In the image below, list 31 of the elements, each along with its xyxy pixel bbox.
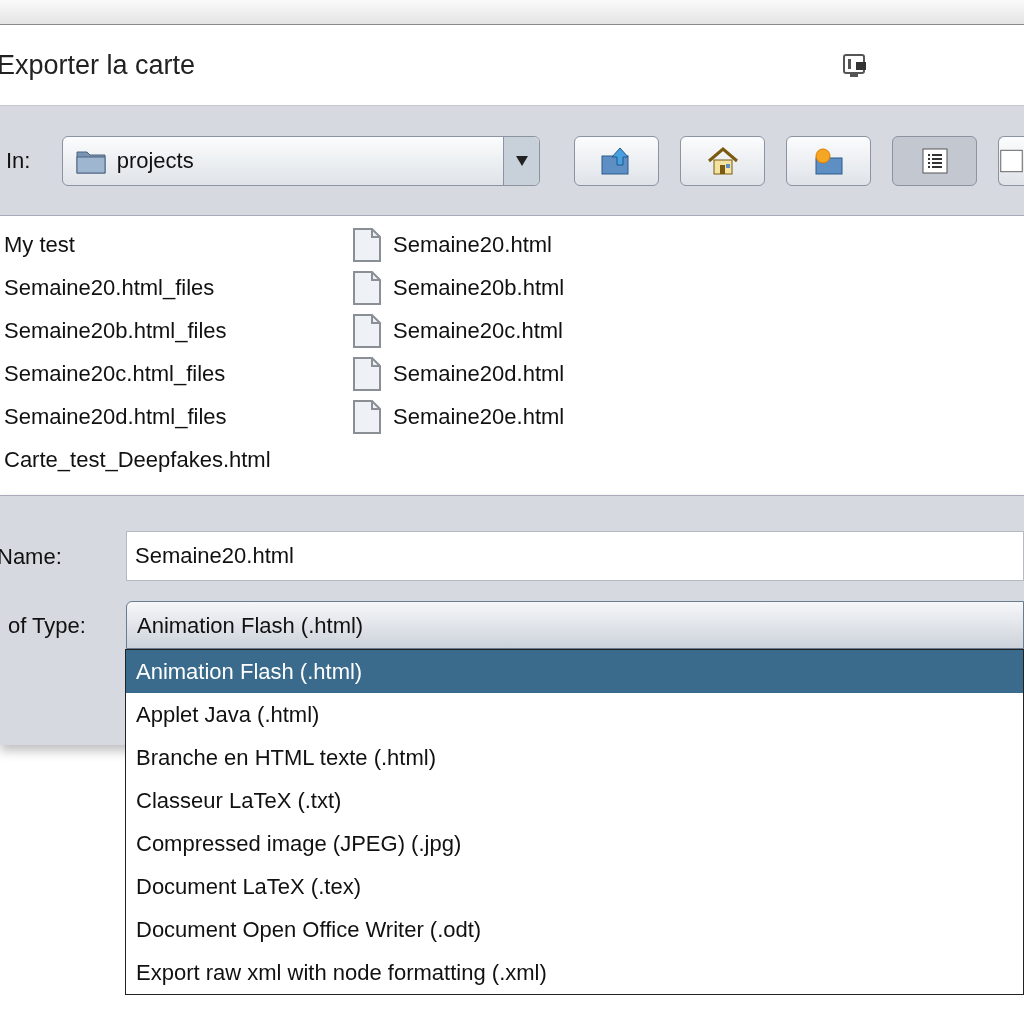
look-in-label: In: bbox=[6, 147, 32, 175]
file-icon bbox=[352, 398, 382, 435]
file-name[interactable]: My test bbox=[4, 228, 75, 261]
file-name[interactable]: Semaine20.html bbox=[393, 228, 552, 261]
dropdown-option[interactable]: Animation Flash (.html) bbox=[126, 650, 1023, 693]
file-type-value: Animation Flash (.html) bbox=[137, 611, 364, 640]
file-name[interactable]: Semaine20b.html_files bbox=[4, 314, 227, 347]
file-icon bbox=[352, 355, 382, 392]
file-name[interactable]: Semaine20b.html bbox=[393, 271, 565, 304]
file-icon bbox=[352, 312, 382, 349]
file-name[interactable]: Semaine20.html_files bbox=[4, 271, 215, 304]
home-icon bbox=[705, 145, 740, 176]
file-name-field[interactable]: Semaine20.html bbox=[126, 531, 1024, 581]
file-name[interactable]: Semaine20d.html bbox=[393, 357, 565, 390]
file-icon bbox=[352, 226, 382, 263]
file-type-label: of Type: bbox=[8, 611, 87, 640]
file-name[interactable]: Carte_test_Deepfakes.html bbox=[4, 443, 271, 476]
look-in-value: projects bbox=[116, 147, 195, 175]
file-name[interactable]: Semaine20d.html_files bbox=[4, 400, 227, 433]
file-name[interactable]: Semaine20c.html_files bbox=[4, 357, 226, 390]
list-view-icon bbox=[920, 146, 949, 175]
caret-icon bbox=[515, 155, 528, 166]
look-in-combo[interactable]: projects bbox=[61, 135, 540, 186]
file-name[interactable]: Semaine20e.html bbox=[393, 400, 565, 433]
file-icon bbox=[352, 269, 382, 306]
dropdown-arrow-button[interactable] bbox=[503, 136, 539, 185]
toolbar-button[interactable] bbox=[680, 135, 765, 186]
toolbar-button[interactable] bbox=[892, 135, 977, 186]
window-title: Exporter la carte bbox=[0, 48, 196, 82]
file-type-combo[interactable]: Animation Flash (.html) bbox=[126, 601, 1024, 649]
file-name[interactable]: Semaine20c.html bbox=[393, 314, 563, 347]
